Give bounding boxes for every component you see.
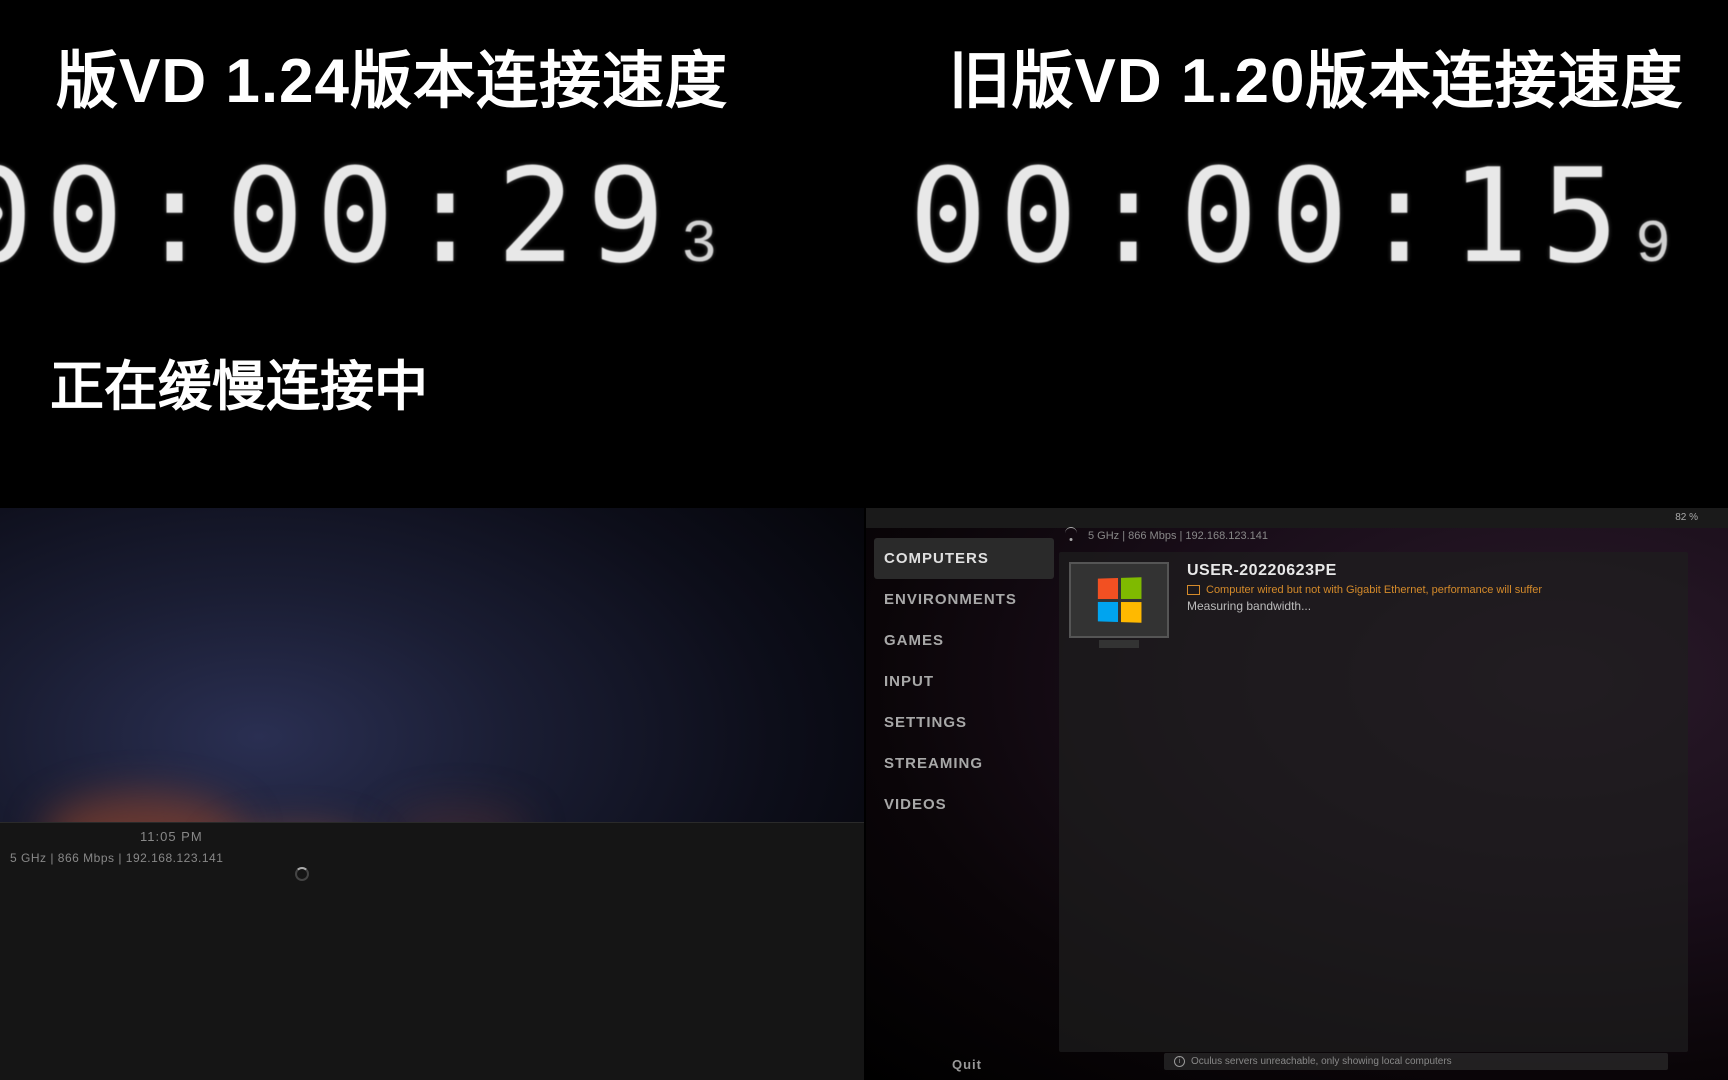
left-status: 正在缓慢连接中 xyxy=(50,342,864,421)
computer-name: USER-20220623PE xyxy=(1187,562,1678,580)
sidebar-item-settings[interactable]: SETTINGS xyxy=(874,702,1054,743)
computer-warning: Computer wired but not with Gigabit Ethe… xyxy=(1206,583,1542,597)
sidebar-item-computers[interactable]: COMPUTERS xyxy=(874,538,1054,579)
network-label: 5 GHz | 866 Mbps | 192.168.123.141 xyxy=(10,851,223,865)
clock-label: 11:05 PM xyxy=(140,829,203,844)
left-vr-view: 11:05 PM 5 GHz | 866 Mbps | 192.168.123.… xyxy=(0,508,864,1080)
right-comparison-header: 旧版VD 1.20版本连接速度 00:00:15 9 xyxy=(864,0,1728,508)
wifi-icon xyxy=(1064,530,1078,541)
battery-label: 82 % xyxy=(1675,512,1698,523)
loading-spinner-icon xyxy=(295,867,309,881)
computers-panel: USER-20220623PE Computer wired but not w… xyxy=(1059,552,1688,1052)
sidebar-item-videos[interactable]: VIDEOS xyxy=(874,784,1054,825)
sidebar-item-environments[interactable]: ENVIRONMENTS xyxy=(874,579,1054,620)
right-title: 旧版VD 1.20版本连接速度 xyxy=(904,30,1728,120)
monitor-icon xyxy=(1069,562,1169,638)
sidebar-item-streaming[interactable]: STREAMING xyxy=(874,743,1054,784)
computer-card[interactable]: USER-20220623PE Computer wired but not w… xyxy=(1069,562,1678,638)
vd-topbar: 82 % xyxy=(864,508,1728,528)
left-title: 版VD 1.24版本连接速度 xyxy=(0,30,864,120)
vertical-divider xyxy=(864,0,866,1080)
network-label: 5 GHz | 866 Mbps | 192.168.123.141 xyxy=(1088,530,1268,542)
sidebar-item-input[interactable]: INPUT xyxy=(874,661,1054,702)
sidebar-item-games[interactable]: GAMES xyxy=(874,620,1054,661)
windows-logo-icon xyxy=(1098,577,1142,622)
footer-note: i Oculus servers unreachable, only showi… xyxy=(1164,1053,1668,1070)
right-vr-view: 82 % 5 GHz | 866 Mbps | 192.168.123.141 … xyxy=(864,508,1728,1080)
ethernet-warning-icon xyxy=(1187,585,1200,595)
left-comparison-header: 版VD 1.24版本连接速度 00:00:29 3 正在缓慢连接中 xyxy=(0,0,864,508)
vd-sidebar: COMPUTERSENVIRONMENTSGAMESINPUTSETTINGSS… xyxy=(874,538,1054,825)
info-icon: i xyxy=(1174,1056,1185,1067)
right-timer: 00:00:15 9 xyxy=(864,140,1728,292)
computer-status: Measuring bandwidth... xyxy=(1187,599,1678,613)
quit-button[interactable]: Quit xyxy=(952,1057,982,1072)
left-timer: 00:00:29 3 xyxy=(0,140,864,292)
left-vd-panel: 11:05 PM 5 GHz | 866 Mbps | 192.168.123.… xyxy=(0,822,864,1080)
footer-text: Oculus servers unreachable, only showing… xyxy=(1191,1056,1452,1067)
vd-network-bar: 5 GHz | 866 Mbps | 192.168.123.141 xyxy=(1064,530,1268,542)
